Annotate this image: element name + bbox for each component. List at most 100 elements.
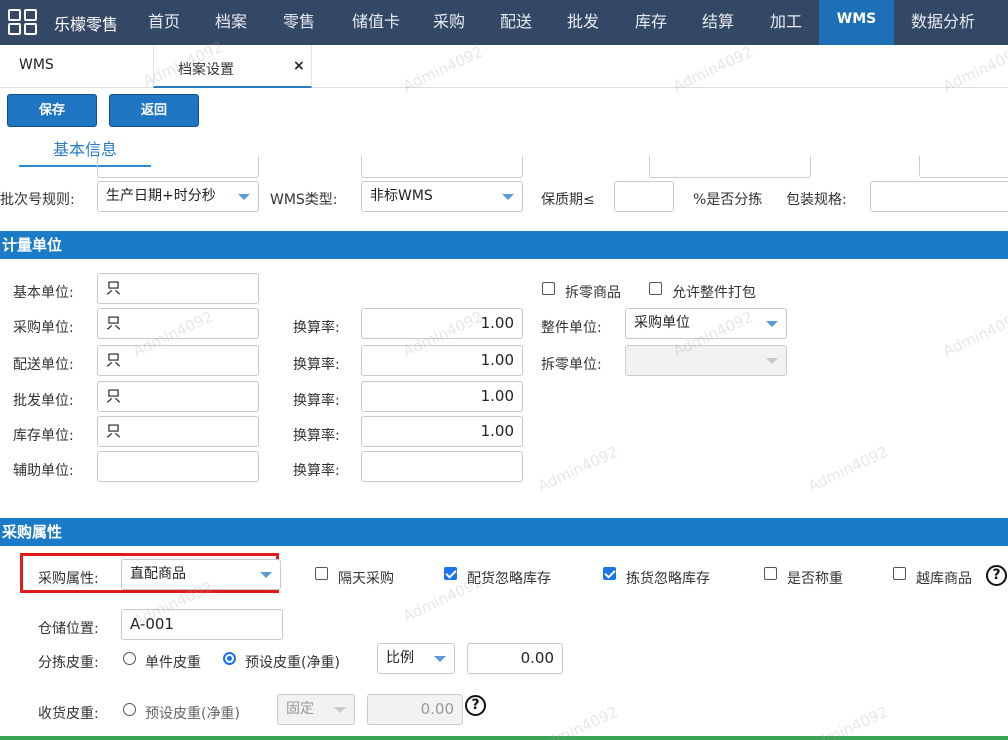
cross-dock-label: 越库商品	[916, 571, 972, 587]
section-header-purchase: 采购属性	[0, 518, 1008, 546]
top-nav: 乐檬零售 首页 档案 零售 储值卡 采购 配送 批发 库存 结算 加工 WMS …	[0, 0, 1008, 45]
scrolled-field	[919, 156, 1008, 178]
dist-ignore-stock-checkbox[interactable]	[444, 567, 457, 580]
is-weighed-checkbox[interactable]	[764, 567, 777, 580]
allow-pack-label: 允许整件打包	[672, 285, 756, 301]
purchase-attr-value: 直配商品	[130, 566, 186, 582]
scrolled-field	[361, 156, 523, 178]
base-unit-label: 基本单位:	[13, 285, 74, 301]
watermark: Admin4092	[535, 702, 621, 740]
chevron-down-icon	[766, 358, 778, 364]
shelf-life-label: 保质期≤	[541, 192, 595, 208]
purchase-attr-label: 采购属性:	[38, 571, 99, 587]
nav-item-home[interactable]: 首页	[135, 0, 193, 45]
recv-tare-mode-value: 固定	[286, 701, 314, 717]
chevron-down-icon	[238, 194, 250, 200]
wms-type-label: WMS类型:	[270, 192, 338, 208]
stock-rate-input[interactable]: 1.00	[361, 416, 523, 447]
distribution-unit-input[interactable]: 只	[97, 345, 259, 376]
wholesale-rate-label: 换算率:	[293, 393, 340, 409]
back-button[interactable]: 返回	[109, 94, 199, 127]
sort-tare-value-input[interactable]: 0.00	[467, 643, 563, 674]
scrolled-field	[97, 156, 259, 178]
brand-name[interactable]: 乐檬零售	[54, 11, 118, 35]
nav-item-wholesale[interactable]: 批发	[554, 0, 612, 45]
distribution-rate-label: 换算率:	[293, 357, 340, 373]
wholesale-unit-input[interactable]: 只	[97, 381, 259, 412]
help-icon[interactable]: ?	[986, 565, 1007, 586]
sort-tare-preset-radio[interactable]	[223, 652, 236, 665]
nav-item-stored-card[interactable]: 储值卡	[340, 0, 412, 45]
recv-tare-value-input[interactable]: 0.00	[367, 694, 463, 725]
chevron-down-icon	[434, 656, 446, 662]
recv-tare-preset-label: 预设皮重(净重)	[145, 706, 240, 722]
distribution-unit-label: 配送单位:	[13, 357, 74, 373]
nav-item-archive[interactable]: 档案	[202, 0, 260, 45]
is-weighed-label: 是否称重	[787, 571, 843, 587]
help-icon[interactable]: ?	[465, 695, 486, 716]
watermark: Admin4092	[805, 442, 891, 496]
sort-tare-single-radio[interactable]	[123, 652, 136, 665]
is-pick-label: %是否分拣	[693, 192, 763, 208]
wms-type-select[interactable]: 非标WMS	[361, 181, 523, 212]
section-header-units: 计量单位	[0, 231, 1008, 259]
storage-location-label: 仓储位置:	[38, 621, 99, 637]
tab-wms[interactable]: WMS	[19, 57, 54, 73]
split-unit-label: 拆零单位:	[541, 357, 602, 373]
nav-item-distribution[interactable]: 配送	[487, 0, 545, 45]
bottom-divider	[0, 736, 1008, 740]
cross-dock-checkbox[interactable]	[893, 567, 906, 580]
split-unit-select[interactable]	[625, 345, 787, 376]
whole-unit-value: 采购单位	[634, 315, 690, 331]
sort-tare-mode-select[interactable]: 比例	[377, 643, 455, 674]
split-goods-checkbox[interactable]	[542, 282, 555, 295]
recv-tare-preset-radio[interactable]	[123, 703, 136, 716]
recv-tare-label: 收货皮重:	[38, 706, 99, 722]
nav-item-inventory[interactable]: 库存	[622, 0, 680, 45]
recv-tare-mode-select[interactable]: 固定	[277, 694, 355, 725]
pick-ignore-stock-checkbox[interactable]	[603, 567, 616, 580]
chevron-down-icon	[766, 321, 778, 327]
aux-rate-label: 换算率:	[293, 463, 340, 479]
batch-rule-select[interactable]: 生产日期+时分秒	[97, 181, 259, 212]
nav-item-processing[interactable]: 加工	[757, 0, 815, 45]
scrolled-field	[649, 156, 811, 178]
save-button[interactable]: 保存	[7, 94, 97, 127]
distribution-rate-input[interactable]: 1.00	[361, 345, 523, 376]
nav-item-retail[interactable]: 零售	[270, 0, 328, 45]
nav-item-data-analysis[interactable]: 数据分析	[902, 0, 984, 45]
nav-item-settlement[interactable]: 结算	[689, 0, 747, 45]
wholesale-unit-label: 批发单位:	[13, 393, 74, 409]
whole-unit-label: 整件单位:	[541, 320, 602, 336]
package-spec-input[interactable]	[870, 181, 1008, 212]
next-day-purchase-label: 隔天采购	[338, 571, 394, 587]
wholesale-rate-input[interactable]: 1.00	[361, 381, 523, 412]
stock-unit-label: 库存单位:	[13, 428, 74, 444]
purchase-unit-label: 采购单位:	[13, 320, 74, 336]
package-spec-label: 包装规格:	[786, 192, 847, 208]
nav-item-wms[interactable]: WMS	[819, 0, 894, 45]
sort-tare-label: 分拣皮重:	[38, 655, 99, 671]
aux-rate-input[interactable]	[361, 451, 523, 482]
chevron-down-icon	[260, 572, 272, 578]
watermark: Admin4092	[400, 572, 486, 626]
allow-pack-checkbox[interactable]	[649, 282, 662, 295]
sort-tare-mode-value: 比例	[386, 650, 414, 666]
split-goods-label: 拆零商品	[565, 285, 621, 301]
next-day-purchase-checkbox[interactable]	[315, 567, 328, 580]
aux-unit-input[interactable]	[97, 451, 259, 482]
stock-unit-input[interactable]: 只	[97, 416, 259, 447]
nav-item-purchase[interactable]: 采购	[420, 0, 478, 45]
chevron-down-icon	[502, 194, 514, 200]
close-icon[interactable]: ×	[293, 58, 305, 74]
aux-unit-label: 辅助单位:	[13, 463, 74, 479]
stock-rate-label: 换算率:	[293, 428, 340, 444]
wms-type-value: 非标WMS	[370, 188, 433, 204]
batch-rule-label: 批次号规则:	[0, 192, 75, 208]
shelf-life-input[interactable]	[614, 181, 674, 212]
watermark: Admin4092	[940, 307, 1008, 361]
pick-ignore-stock-label: 拣货忽略库存	[626, 571, 710, 587]
grid-logo-icon[interactable]	[8, 9, 38, 36]
base-unit-input[interactable]: 只	[97, 273, 259, 304]
sort-tare-single-label: 单件皮重	[145, 655, 201, 671]
